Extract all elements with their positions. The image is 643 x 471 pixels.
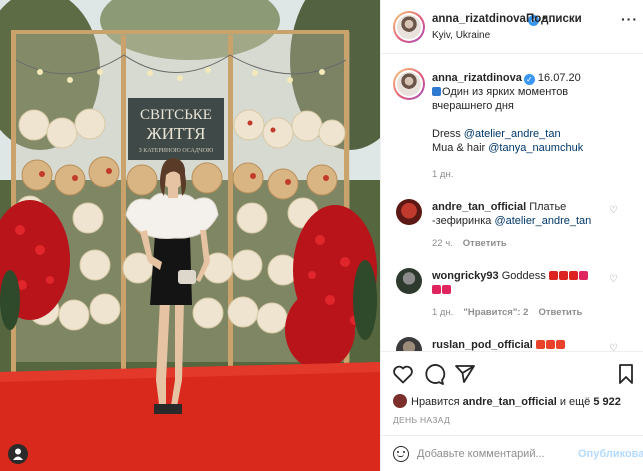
likes-middle: и ещё	[559, 396, 591, 408]
caption-date: 16.07.20	[537, 72, 581, 84]
likes-count[interactable]: 5 922	[593, 396, 621, 408]
add-comment-bar: Опубликовать	[381, 435, 643, 471]
caption-mua-tag[interactable]: @tanya_naumchuk	[488, 142, 583, 154]
comment-username[interactable]: andre_tan_official	[432, 201, 526, 213]
caption-username[interactable]: anna_rizatdinova	[432, 72, 522, 84]
caption-line-1: Один из ярких моментов	[442, 86, 569, 98]
post-header: anna_rizatdinova ✓ • Подписки Kyiv, Ukrai…	[381, 0, 643, 54]
comment-bubble-icon[interactable]	[422, 362, 446, 386]
liker-username[interactable]: andre_tan_official	[463, 396, 557, 408]
bookmark-icon[interactable]	[614, 362, 638, 386]
comment-username[interactable]: ruslan_pod_official	[432, 339, 533, 351]
comment-like-heart-icon[interactable]: ♡	[609, 274, 618, 285]
caption-line-2: вчерашнего дня	[432, 100, 514, 112]
post-date[interactable]: ДЕНЬ НАЗАД	[393, 415, 450, 425]
heart-emoji-icon	[442, 285, 451, 294]
fire-emoji-icon	[535, 340, 545, 349]
post-photo[interactable]: СВІТСЬКЕ ЖИТТЯ З КАТЕРИНОЮ ОСАДЧОЮ	[0, 0, 380, 471]
following-button[interactable]: Подписки	[526, 13, 582, 25]
caption-text: anna_rizatdinova ✓ 16.07.20 Один из ярких…	[432, 71, 632, 155]
likes-summary[interactable]: Нравится andre_tan_official и ещё 5 922	[393, 394, 621, 408]
comment-username[interactable]: wongricky93	[432, 270, 499, 282]
post-location[interactable]: Kyiv, Ukraine	[432, 30, 490, 41]
heart-emoji-icon	[578, 271, 588, 280]
heart-icon[interactable]	[391, 362, 415, 386]
caption-mua-label: Mua & hair	[432, 142, 486, 154]
verified-badge-icon: ✓	[523, 74, 535, 85]
caption-avatar[interactable]	[393, 68, 425, 100]
fire-emoji-icon	[545, 340, 555, 349]
comment-avatar[interactable]	[396, 199, 422, 225]
more-options-icon[interactable]: ···	[621, 11, 638, 27]
comment-text: ruslan_pod_official	[432, 338, 607, 351]
emoji-picker-icon[interactable]	[393, 446, 409, 462]
sign-line-3: З КАТЕРИНОЮ ОСАДЧОЮ	[139, 148, 214, 154]
comment-like-heart-icon[interactable]: ♡	[609, 343, 618, 351]
comment-text: andre_tan_official Платье -зефиринка @at…	[432, 200, 607, 228]
author-avatar[interactable]	[393, 11, 425, 43]
author-username[interactable]: anna_rizatdinova	[432, 13, 526, 25]
fire-emoji-icon	[555, 340, 565, 349]
post-comment-button[interactable]: Опубликовать	[578, 448, 643, 460]
reply-button[interactable]: Ответить	[463, 238, 507, 249]
comment-likes-count[interactable]: "Нравится": 2	[463, 307, 528, 318]
comment-body: Goddess	[501, 270, 546, 282]
liker-avatar	[393, 394, 407, 408]
comments-list[interactable]: anna_rizatdinova ✓ 16.07.20 Один из ярких…	[381, 55, 643, 351]
comment-avatar[interactable]	[396, 337, 422, 351]
caption-dress-tag[interactable]: @atelier_andre_tan	[464, 128, 561, 140]
comment-age[interactable]: 22 ч.	[432, 238, 453, 249]
rose-emoji-icon	[568, 271, 578, 280]
photo-scene: СВІТСЬКЕ ЖИТТЯ З КАТЕРИНОЮ ОСАДЧОЮ	[0, 0, 380, 471]
comment-tag[interactable]: @atelier_andre_tan	[494, 215, 591, 227]
rose-emoji-icon	[558, 271, 568, 280]
flag-emoji-icon	[432, 87, 441, 96]
comment-input[interactable]	[417, 444, 567, 464]
sign-line-2: ЖИТТЯ	[147, 124, 206, 143]
comment-age[interactable]: 1 дн.	[432, 307, 453, 318]
reply-button[interactable]: Ответить	[538, 307, 582, 318]
caption-age[interactable]: 1 дн.	[432, 169, 453, 180]
comment-meta: 1 дн. "Нравится": 2 Ответить	[432, 307, 582, 318]
post-side-panel: anna_rizatdinova ✓ • Подписки Kyiv, Ukrai…	[381, 0, 643, 471]
comment-avatar[interactable]	[396, 268, 422, 294]
sign-line-1: СВІТСЬКЕ	[140, 107, 212, 123]
comment-like-heart-icon[interactable]: ♡	[609, 205, 618, 216]
comment-meta: 22 ч. Ответить	[432, 238, 507, 249]
tagged-user-icon[interactable]	[8, 444, 28, 464]
heart-emoji-icon	[432, 285, 441, 294]
caption-dress-label: Dress	[432, 128, 461, 140]
paper-plane-icon[interactable]	[453, 362, 477, 386]
likes-prefix: Нравится	[411, 396, 460, 408]
post-actions: Нравится andre_tan_official и ещё 5 922 …	[381, 351, 643, 471]
comment-text: wongricky93 Goddess	[432, 269, 607, 297]
rose-emoji-icon	[548, 271, 558, 280]
